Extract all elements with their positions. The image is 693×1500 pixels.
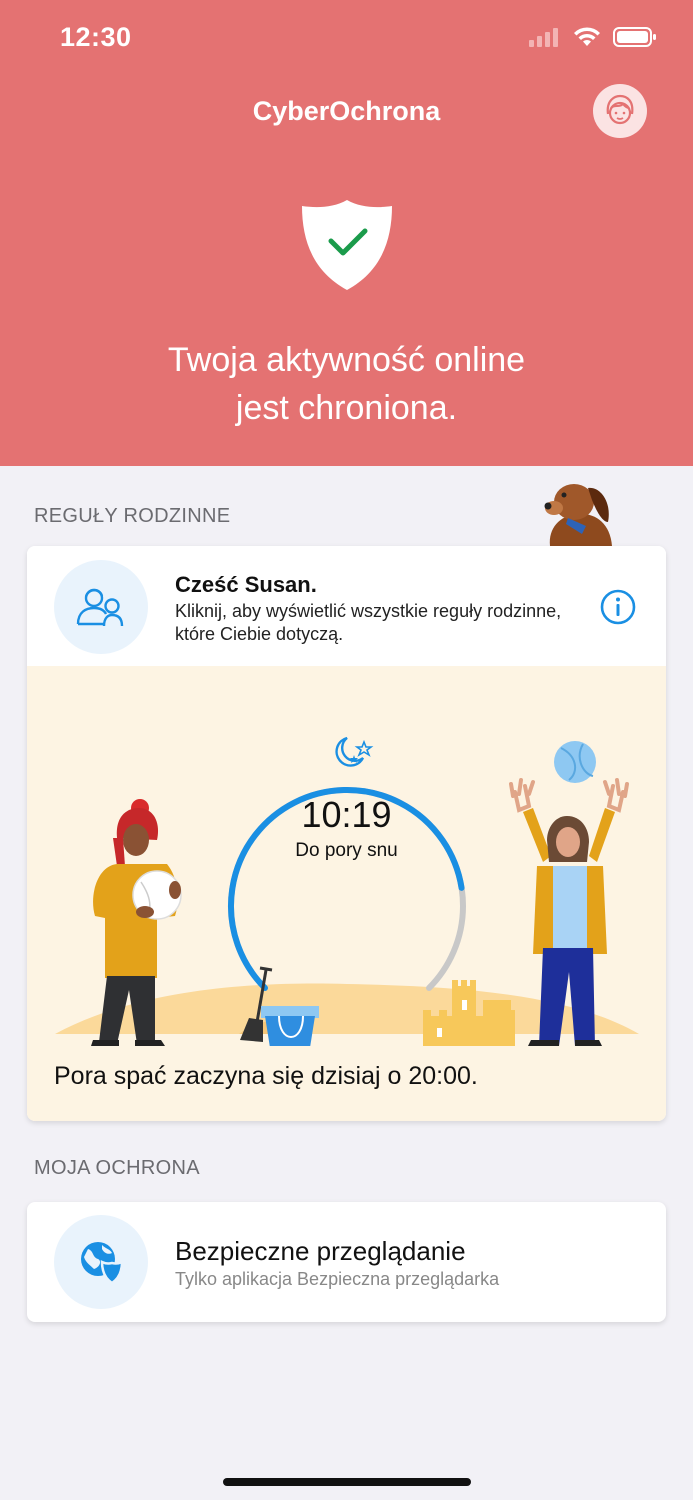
bedtime-illustration-panel: 10:19 Do pory snu Pora spać zaczyna się … — [27, 666, 666, 1121]
family-icon-circle — [54, 560, 148, 654]
signal-icon — [529, 28, 558, 47]
wifi-icon — [574, 27, 600, 46]
family-rules-description: Kliknij, aby wyświetlić wszystkie reguły… — [175, 601, 562, 644]
status-time: 12:30 — [60, 22, 132, 52]
family-rules-header[interactable]: Cześć Susan. Kliknij, aby wyświetlić wsz… — [27, 546, 666, 666]
family-rules-section-label: REGUŁY RODZINNE — [34, 505, 231, 527]
family-icon — [76, 588, 124, 627]
status-line-1: Twoja aktywność online — [167, 341, 526, 379]
safe-browsing-icon-circle — [54, 1215, 148, 1309]
moon-stars-icon — [335, 736, 374, 767]
child-face-icon — [606, 94, 634, 125]
protected-shield-icon — [302, 200, 392, 290]
safe-browsing-title: Bezpieczne przeglądanie — [175, 1236, 466, 1266]
safe-browsing-subtitle: Tylko aplikacja Bezpieczna przeglądarka — [175, 1269, 500, 1289]
bedtime-message: Pora spać zaczyna się dzisiaj o 20:00. — [54, 1062, 478, 1090]
greeting-title: Cześć Susan. — [175, 572, 317, 597]
home-indicator[interactable] — [223, 1478, 471, 1486]
status-icons — [529, 26, 657, 48]
dog-illustration — [544, 484, 612, 546]
family-rules-card[interactable]: Cześć Susan. Kliknij, aby wyświetlić wsz… — [27, 546, 666, 1121]
battery-icon — [613, 27, 656, 47]
globe-shield-icon — [81, 1242, 124, 1285]
app-title: CyberOchrona — [252, 96, 441, 126]
my-protection-section-label: MOJA OCHRONA — [34, 1157, 200, 1179]
status-line-2: jest chroniona. — [235, 389, 458, 427]
profile-avatar-button[interactable] — [593, 84, 647, 138]
bedtime-countdown-label: Do pory snu — [295, 840, 398, 861]
bedtime-countdown: 10:19 — [301, 794, 392, 835]
safe-browsing-card[interactable]: Bezpieczne przeglądanie Tylko aplikacja … — [27, 1202, 666, 1322]
info-icon[interactable] — [600, 589, 636, 625]
hero-header: 12:30 CyberOchrona Twoja aktywność onlin… — [0, 0, 693, 466]
protection-status-message: Twoja aktywność online jest chroniona. — [0, 336, 693, 432]
